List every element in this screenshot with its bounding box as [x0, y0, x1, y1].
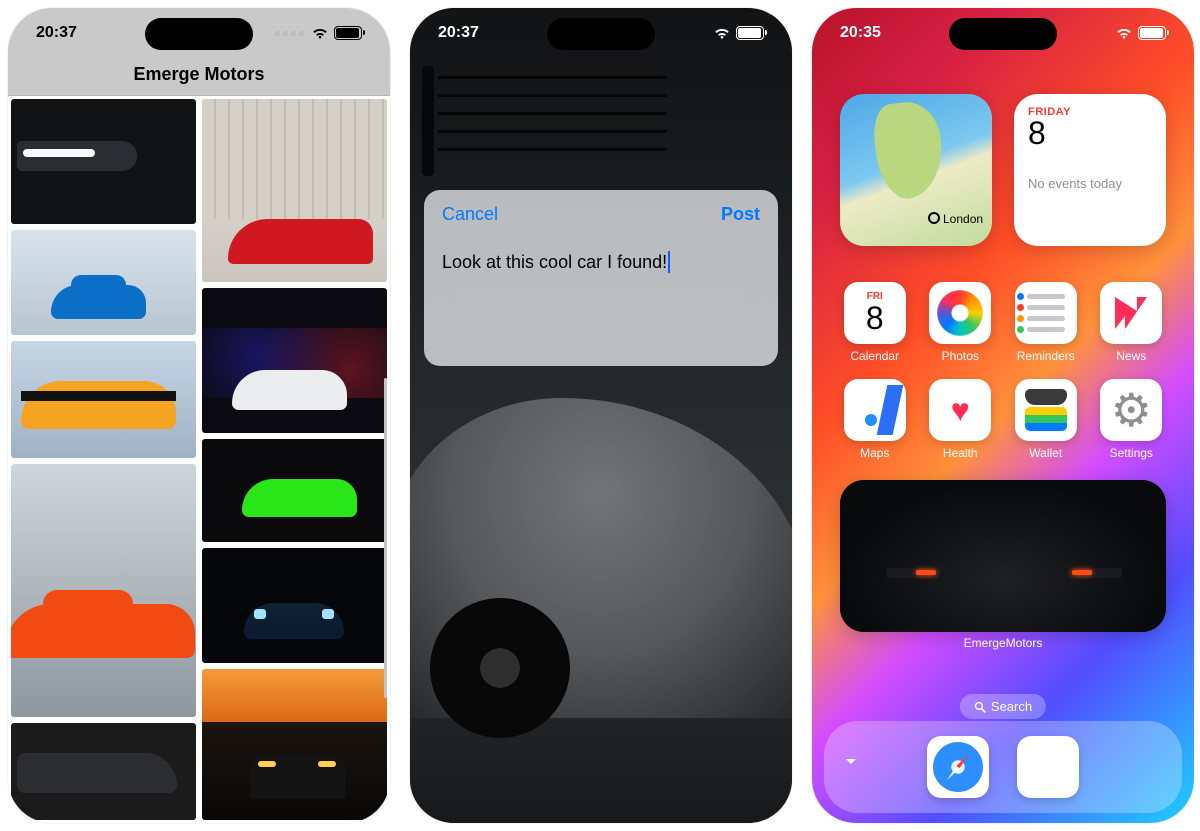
phone-share-screen: 20:37 Cancel Post Look at this cool car …: [410, 8, 792, 823]
gallery-item[interactable]: [202, 288, 387, 433]
gallery-item[interactable]: [202, 548, 387, 663]
health-icon: ♥: [929, 379, 991, 441]
nav-title: Emerge Motors: [133, 64, 264, 85]
battery-icon: [334, 26, 362, 40]
status-time: 20:35: [840, 24, 900, 42]
app-messages[interactable]: [1017, 736, 1079, 798]
calendar-icon: FRI 8: [844, 282, 906, 344]
compose-textfield[interactable]: Look at this cool car I found!: [442, 251, 670, 273]
battery-icon: [736, 26, 764, 40]
wallet-icon: [1015, 379, 1077, 441]
search-label: Search: [991, 699, 1032, 714]
dynamic-island: [145, 18, 253, 50]
settings-icon: ⚙: [1100, 379, 1162, 441]
app-health[interactable]: ♥ Health: [929, 379, 991, 460]
phone-home-screen: 20:35 London Maps FRIDAY 8 No events tod…: [812, 8, 1194, 823]
status-time: 20:37: [438, 24, 498, 42]
spotlight-search-button[interactable]: Search: [960, 694, 1046, 719]
gallery-grid[interactable]: [8, 96, 390, 823]
cancel-button[interactable]: Cancel: [442, 204, 498, 225]
app-label: Reminders: [1017, 349, 1075, 363]
emergemotors-widget[interactable]: [840, 480, 1166, 632]
dynamic-island: [547, 18, 655, 50]
post-button[interactable]: Post: [721, 204, 760, 225]
app-settings[interactable]: ⚙ Settings: [1100, 379, 1162, 460]
background-image: [410, 8, 792, 823]
search-icon: [974, 701, 986, 713]
gallery-item[interactable]: [11, 723, 196, 820]
calendar-events-text: No events today: [1028, 176, 1152, 191]
app-label: Wallet: [1029, 446, 1062, 460]
gallery-item[interactable]: [202, 439, 387, 542]
app-calendar[interactable]: FRI 8 Calendar: [844, 282, 906, 363]
app-safari[interactable]: [927, 736, 989, 798]
text-cursor: [668, 251, 670, 273]
maps-pin-label: London: [928, 212, 983, 226]
app-label: Settings: [1110, 446, 1153, 460]
compose-text: Look at this cool car I found!: [442, 252, 667, 272]
app-wallet[interactable]: Wallet: [1015, 379, 1077, 460]
app-label: News: [1116, 349, 1146, 363]
app-reminders[interactable]: Reminders: [1015, 282, 1077, 363]
dynamic-island: [949, 18, 1057, 50]
gallery-item[interactable]: [11, 99, 196, 224]
app-label: Photos: [942, 349, 979, 363]
wifi-icon: [311, 27, 329, 39]
gallery-item[interactable]: [11, 341, 196, 458]
app-news[interactable]: News: [1100, 282, 1162, 363]
gallery-item[interactable]: [202, 99, 387, 282]
battery-icon: [1138, 26, 1166, 40]
calendar-daynum: 8: [1028, 115, 1152, 152]
app-grid: FRI 8 Calendar Photos Reminders News Map…: [832, 282, 1174, 460]
calendar-widget[interactable]: FRIDAY 8 No events today Calendar: [1014, 94, 1166, 246]
app-label: Maps: [860, 446, 889, 460]
news-icon: [1100, 282, 1162, 344]
gallery-item[interactable]: [202, 669, 387, 820]
app-label: Health: [943, 446, 978, 460]
app-photos[interactable]: Photos: [929, 282, 991, 363]
scrollbar[interactable]: [384, 378, 387, 698]
maps-widget[interactable]: London Maps: [840, 94, 992, 246]
cell-dots-icon: [275, 31, 306, 36]
app-label: Calendar: [850, 349, 899, 363]
phone-gallery-screen: 20:37 Emerge Motors: [8, 8, 390, 823]
wifi-icon: [1115, 27, 1133, 39]
reminders-icon: [1015, 282, 1077, 344]
gallery-item[interactable]: [11, 464, 196, 717]
status-time: 20:37: [36, 24, 96, 42]
wifi-icon: [713, 27, 731, 39]
maps-icon: [844, 379, 906, 441]
compose-sheet: Cancel Post Look at this cool car I foun…: [424, 190, 778, 366]
dock: [824, 721, 1182, 813]
widget-label: EmergeMotors: [812, 636, 1194, 650]
app-maps[interactable]: Maps: [844, 379, 906, 460]
photos-icon: [929, 282, 991, 344]
gallery-item[interactable]: [11, 230, 196, 335]
